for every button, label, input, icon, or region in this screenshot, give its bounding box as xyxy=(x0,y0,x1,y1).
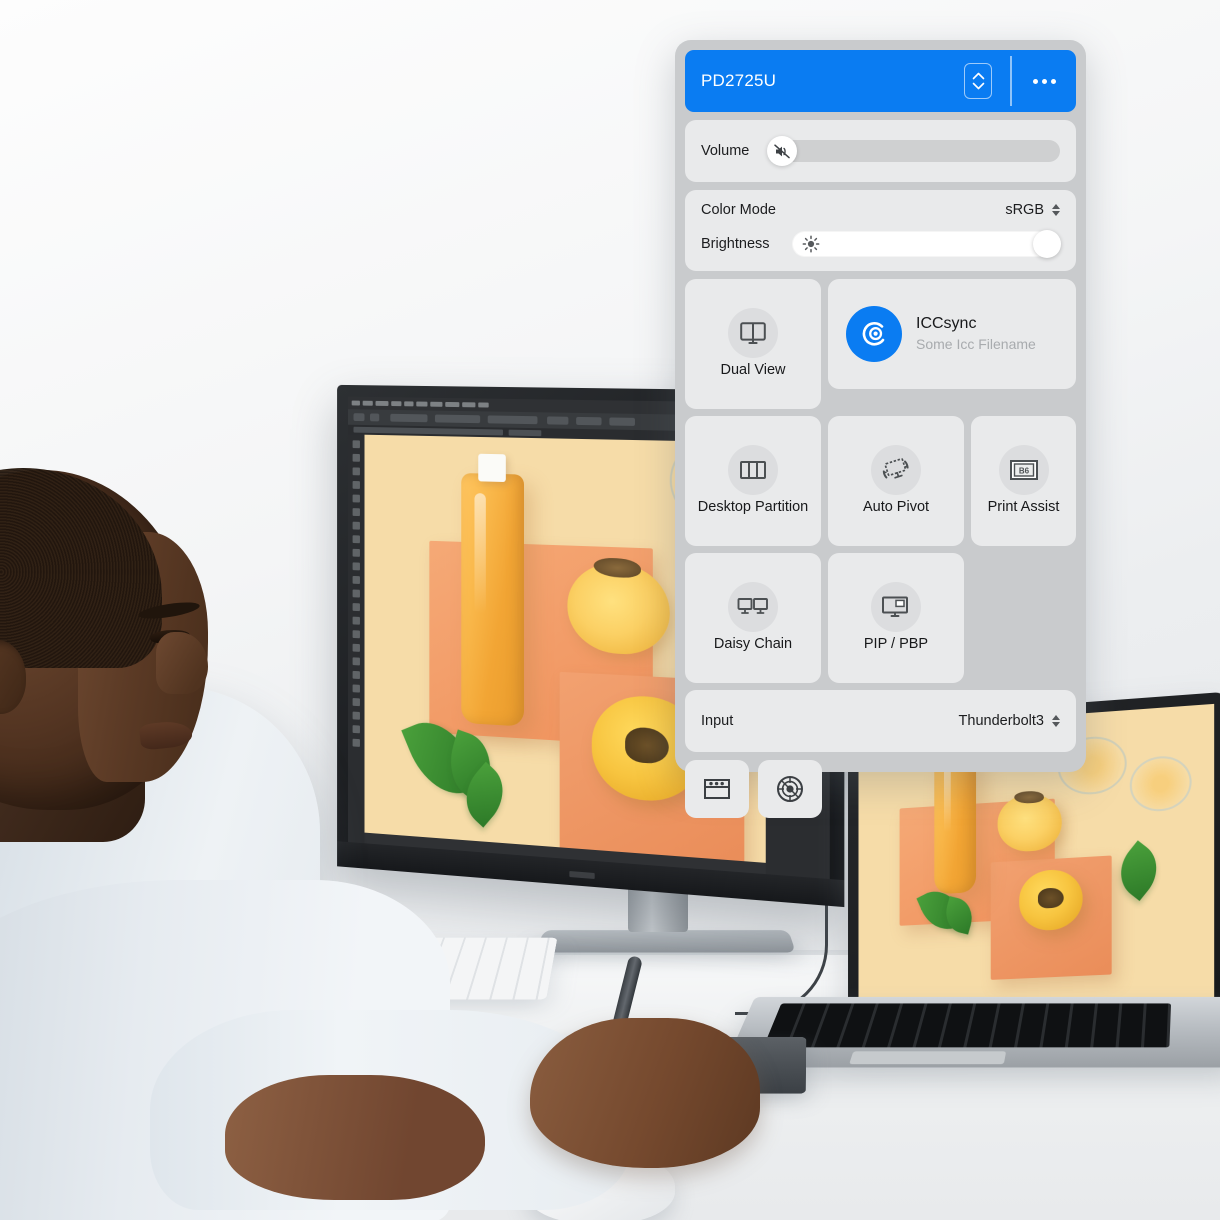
tile-label: Auto Pivot xyxy=(862,499,930,516)
tile-row-3-spacer xyxy=(971,553,1076,683)
monitor-model-label: PD2725U xyxy=(701,71,777,90)
svg-text:B6: B6 xyxy=(1018,467,1029,476)
brightness-row: Brightness xyxy=(701,230,1061,258)
tile-label: Desktop Partition xyxy=(697,499,809,516)
input-row: Input Thunderbolt3 xyxy=(685,690,1076,752)
color-mode-value: sRGB xyxy=(1005,202,1044,218)
color-target-icon xyxy=(776,775,804,803)
tile-label: Dual View xyxy=(720,362,786,379)
iccsync-filename: Some Icc Filename xyxy=(916,335,1036,352)
auto-pivot-icon xyxy=(871,445,921,496)
dual-view-icon xyxy=(728,308,778,359)
ellipsis-icon xyxy=(1032,78,1056,84)
tile-auto-pivot[interactable]: Auto Pivot xyxy=(828,416,964,546)
input-selector[interactable]: Thunderbolt3 xyxy=(959,713,1060,729)
tile-label: Daisy Chain xyxy=(713,636,793,653)
person-left-hand xyxy=(225,1075,485,1200)
print-assist-icon: B6 xyxy=(998,445,1049,496)
chevron-up-down-icon[interactable] xyxy=(1052,204,1060,216)
brightness-sun-icon xyxy=(802,235,819,253)
laptop-keyboard xyxy=(763,1003,1172,1048)
person-right-hand xyxy=(530,1018,760,1168)
brightness-label: Brightness xyxy=(701,236,770,252)
monitor-selector[interactable]: PD2725U xyxy=(685,50,1012,112)
pip-pbp-icon xyxy=(871,582,921,633)
desktop-partition-icon xyxy=(728,445,778,496)
volume-label: Volume xyxy=(701,143,750,159)
volume-slider-knob[interactable] xyxy=(767,136,798,166)
color-target-button[interactable] xyxy=(758,760,822,818)
color-mode-row: Color Mode sRGB xyxy=(701,202,1060,218)
photoshop-tool-palette xyxy=(348,434,365,844)
daisy-chain-icon xyxy=(728,582,778,633)
color-and-brightness-group: Color Mode sRGB Brightness xyxy=(685,190,1076,271)
chevron-up-down-icon[interactable] xyxy=(1052,715,1060,727)
person-hair xyxy=(0,468,162,668)
tile-label: Print Assist xyxy=(987,499,1060,516)
brightness-slider[interactable] xyxy=(791,230,1061,258)
tile-label: PIP / PBP xyxy=(863,636,929,653)
tile-daisy-chain[interactable]: Daisy Chain xyxy=(685,553,821,683)
color-mode-selector[interactable]: sRGB xyxy=(1005,202,1060,218)
tile-dual-view[interactable]: Dual View xyxy=(685,279,821,409)
osd-window-button[interactable] xyxy=(685,760,749,818)
osd-window-icon xyxy=(703,777,731,801)
tile-row-3: Daisy Chain PIP / PBP xyxy=(685,553,1076,683)
panel-header: PD2725U xyxy=(685,50,1076,112)
iccsync-title: ICCsync xyxy=(916,315,977,333)
color-mode-label: Color Mode xyxy=(701,202,776,218)
tile-row-2: Desktop Partition Auto Pivot B6 Print As… xyxy=(685,416,1076,546)
tile-row-1: Dual View ICCsync Some Icc Filename xyxy=(685,279,1076,409)
artwork-juice-bottle xyxy=(460,472,524,727)
tile-desktop-partition[interactable]: Desktop Partition xyxy=(685,416,821,546)
volume-slider[interactable] xyxy=(767,136,1060,166)
iccsync-logo-icon xyxy=(846,306,902,362)
tile-print-assist[interactable]: B6 Print Assist xyxy=(971,416,1076,546)
panel-footer-buttons xyxy=(685,760,1076,818)
product-scene: PD2725U Volume Color Mode sRGB Brightnes… xyxy=(0,0,1220,1220)
input-label: Input xyxy=(701,713,734,729)
tile-iccsync[interactable]: ICCsync Some Icc Filename xyxy=(828,279,1076,389)
volume-row: Volume xyxy=(685,120,1076,182)
brightness-slider-knob[interactable] xyxy=(1033,230,1061,258)
display-pilot-panel: PD2725U Volume Color Mode sRGB Brightnes… xyxy=(675,40,1086,818)
laptop-trackpad xyxy=(849,1051,1007,1065)
input-value: Thunderbolt3 xyxy=(958,713,1044,729)
monitor-brand-logo xyxy=(569,871,595,880)
more-options-button[interactable] xyxy=(1012,50,1076,112)
iccsync-text: ICCsync Some Icc Filename xyxy=(916,314,1036,354)
chevron-up-down-icon[interactable] xyxy=(964,63,992,99)
mute-speaker-icon xyxy=(774,143,790,158)
tile-pip-pbp[interactable]: PIP / PBP xyxy=(828,553,964,683)
